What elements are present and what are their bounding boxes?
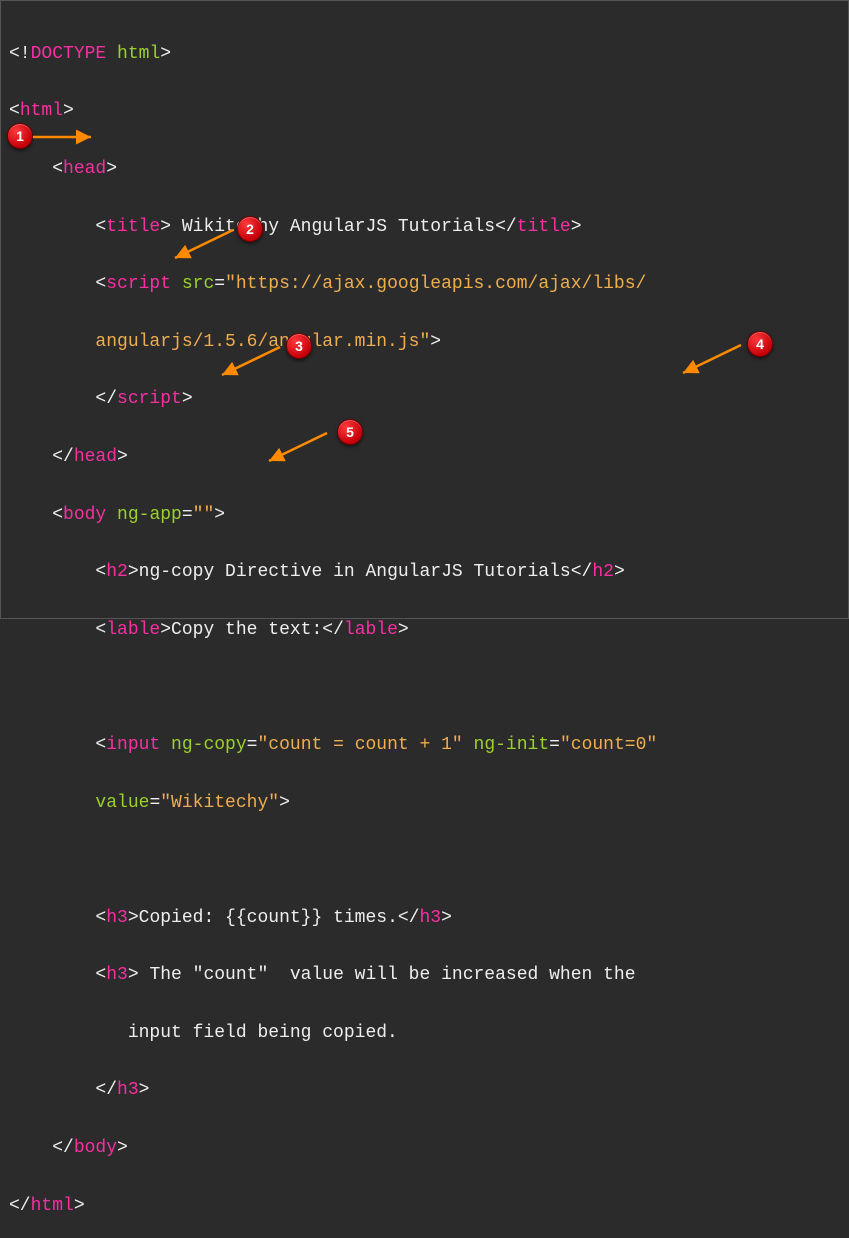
code-line: <lable>Copy the text:</lable> xyxy=(9,616,840,645)
code-line: <h3>Copied: {{count}} times.</h3> xyxy=(9,904,840,933)
annotation-badge-3: 3 xyxy=(286,333,312,359)
code-block: <!DOCTYPE html> <html> <head> <title> Wi… xyxy=(9,11,840,1238)
code-line: </h3> xyxy=(9,1076,840,1105)
code-screenshot: <!DOCTYPE html> <html> <head> <title> Wi… xyxy=(0,0,849,619)
code-line: <h2>ng-copy Directive in AngularJS Tutor… xyxy=(9,558,840,587)
code-line: value="Wikitechy"> xyxy=(9,789,840,818)
annotation-badge-1: 1 xyxy=(7,123,33,149)
code-line: </head> xyxy=(9,443,840,472)
annotation-badge-5: 5 xyxy=(337,419,363,445)
code-line: <h3> The "count" value will be increased… xyxy=(9,961,840,990)
annotation-badge-2: 2 xyxy=(237,216,263,242)
code-line: <input ng-copy="count = count + 1" ng-in… xyxy=(9,731,840,760)
code-line: <head> xyxy=(9,155,840,184)
code-line: <html> xyxy=(9,97,840,126)
code-line: <body ng-app=""> xyxy=(9,501,840,530)
code-line: </html> xyxy=(9,1192,840,1221)
code-line: <script src="https://ajax.googleapis.com… xyxy=(9,270,840,299)
code-line: </body> xyxy=(9,1134,840,1163)
code-line: angularjs/1.5.6/angular.min.js"> xyxy=(9,328,840,357)
code-line: </script> xyxy=(9,385,840,414)
code-line: input field being copied. xyxy=(9,1019,840,1048)
code-line: <!DOCTYPE html> xyxy=(9,40,840,69)
code-line xyxy=(9,673,840,702)
annotation-badge-4: 4 xyxy=(747,331,773,357)
code-line xyxy=(9,846,840,875)
code-line: <title> Wikitechy AngularJS Tutorials</t… xyxy=(9,213,840,242)
